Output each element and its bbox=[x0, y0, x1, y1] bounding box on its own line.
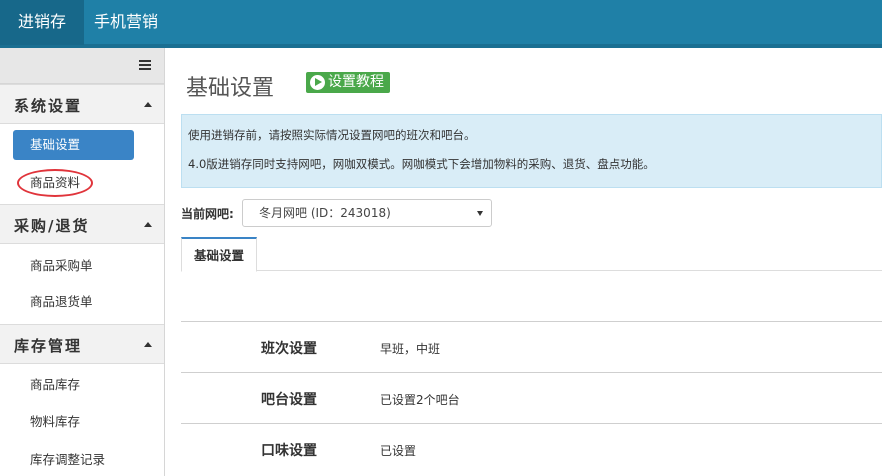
caret-up-icon bbox=[144, 102, 152, 107]
settings-tabs: 基础设置 bbox=[181, 237, 882, 272]
sidebar-section-label: 库存管理 bbox=[14, 337, 83, 355]
sidebar-item-basic-settings[interactable]: 基础设置 bbox=[13, 130, 134, 160]
sidebar-item-material-stock[interactable]: 物料库存 bbox=[13, 407, 134, 437]
main-content: 基础设置 设置教程 使用进销存前，请按照实际情况设置网吧的班次和吧台。 4.0版… bbox=[166, 48, 882, 476]
info-line: 4.0版进销存同时支持网吧，网咖双模式。网咖模式下会增加物料的采购、退货、盘点功… bbox=[188, 157, 655, 171]
sidebar-item-product-stock[interactable]: 商品库存 bbox=[13, 370, 134, 400]
info-alert: 使用进销存前，请按照实际情况设置网吧的班次和吧台。 4.0版进销存同时支持网吧，… bbox=[181, 114, 882, 188]
info-line: 使用进销存前，请按照实际情况设置网吧的班次和吧台。 bbox=[188, 128, 476, 142]
sidebar-section-inventory-mgmt[interactable]: 库存管理 bbox=[0, 324, 164, 364]
play-icon bbox=[310, 75, 325, 90]
page-title: 基础设置 bbox=[186, 76, 275, 101]
chevron-down-icon bbox=[477, 211, 483, 216]
top-nav-bar: 进销存 手机营销 bbox=[0, 0, 882, 48]
settings-row-flavor[interactable]: 口味设置 已设置 bbox=[181, 423, 882, 474]
sidebar-item-purchase-order[interactable]: 商品采购单 bbox=[13, 251, 134, 281]
sidebar-item-stock-adjust-log[interactable]: 库存调整记录 bbox=[13, 445, 134, 475]
setting-key: 吧台设置 bbox=[261, 392, 317, 408]
current-bar-label: 当前网吧: bbox=[181, 207, 234, 221]
setting-key: 班次设置 bbox=[261, 341, 317, 357]
setting-key: 口味设置 bbox=[261, 443, 317, 459]
annotation-circle bbox=[17, 169, 93, 197]
sidebar-item-return-order[interactable]: 商品退货单 bbox=[13, 287, 134, 317]
settings-row-shift[interactable]: 班次设置 早班，中班 bbox=[181, 321, 882, 372]
setting-value: 已设置 bbox=[380, 444, 417, 458]
tutorial-button-label: 设置教程 bbox=[328, 74, 384, 90]
sidebar-section-system-settings[interactable]: 系统设置 bbox=[0, 84, 164, 124]
setting-value: 早班，中班 bbox=[380, 342, 441, 356]
hamburger-icon[interactable] bbox=[139, 60, 151, 71]
sidebar-toggle-bar bbox=[0, 48, 164, 84]
settings-row-bar[interactable]: 吧台设置 已设置2个吧台 bbox=[181, 372, 882, 423]
sidebar-section-purchase-return[interactable]: 采购/退货 bbox=[0, 204, 164, 244]
tab-basic-settings[interactable]: 基础设置 bbox=[181, 237, 258, 272]
tutorial-button[interactable]: 设置教程 bbox=[306, 72, 390, 93]
sidebar-section-label: 采购/退货 bbox=[14, 217, 90, 235]
caret-up-icon bbox=[144, 342, 152, 347]
sidebar: 系统设置 基础设置 商品资料 采购/退货 商品采购单 商品退货单 库存管理 商品… bbox=[0, 48, 165, 476]
caret-up-icon bbox=[144, 222, 152, 227]
sidebar-section-label: 系统设置 bbox=[14, 97, 83, 115]
current-bar-select[interactable]: 冬月网吧 (ID：243018) bbox=[242, 199, 492, 227]
tab-mobile-marketing[interactable]: 手机营销 bbox=[84, 0, 168, 45]
current-bar-select-value: 冬月网吧 (ID：243018) bbox=[259, 206, 391, 220]
setting-value: 已设置2个吧台 bbox=[380, 393, 460, 407]
tab-inventory[interactable]: 进销存 bbox=[0, 0, 84, 45]
